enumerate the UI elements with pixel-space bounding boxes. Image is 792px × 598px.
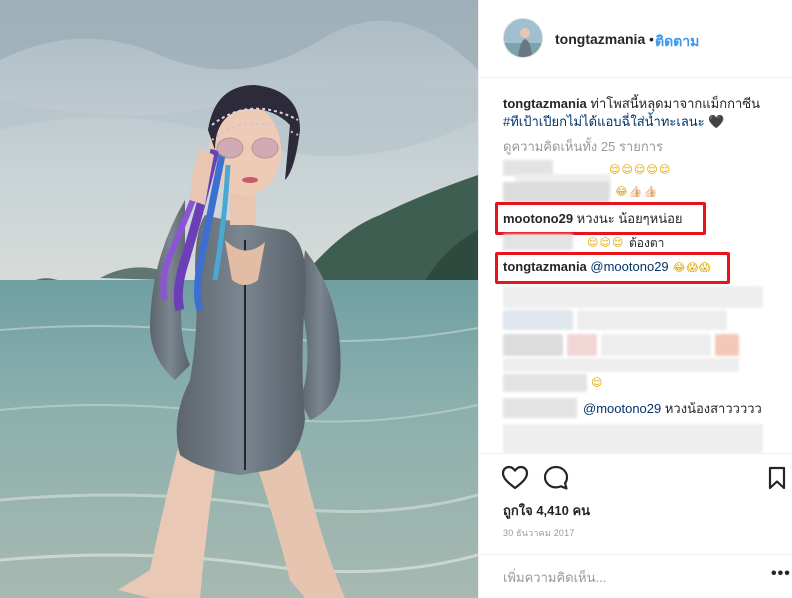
comment-emoji: 😌: [591, 377, 604, 389]
comment-input[interactable]: [503, 566, 733, 588]
blurred-username: [503, 398, 577, 418]
blurred-comment: [503, 424, 763, 453]
comment-emoji: 😌😌😌: [587, 237, 625, 249]
blurred-comment: [601, 334, 711, 356]
likes-count[interactable]: ถูกใจ 4,410 คน: [503, 500, 590, 521]
blurred-username: [503, 234, 573, 250]
blurred-comment: [715, 334, 739, 356]
comment-text: ต้องตา: [629, 236, 665, 250]
blurred-username: [503, 374, 587, 392]
view-all-comments-link[interactable]: ดูความคิดเห็นทั้ง 25 รายการ: [503, 136, 663, 157]
follow-button[interactable]: ติดตาม: [655, 31, 699, 53]
highlight-box-comment: [495, 202, 706, 235]
comment-bubble-icon[interactable]: [542, 464, 570, 492]
blurred-comment: [503, 286, 763, 308]
blurred-comment: [503, 310, 573, 330]
heart-outline-icon[interactable]: [501, 464, 529, 492]
blurred-comment: [567, 334, 597, 356]
more-options-button[interactable]: •••: [771, 565, 791, 583]
post-photo[interactable]: [0, 0, 478, 598]
caption-username[interactable]: tongtazmania: [503, 96, 587, 111]
comment-mention[interactable]: @mootono29: [583, 401, 661, 416]
avatar-image: [504, 19, 542, 57]
comment-emoji: 😂👍🏻👍🏻: [615, 186, 659, 198]
profile-avatar[interactable]: [503, 18, 543, 58]
highlight-box-reply: [495, 252, 730, 284]
comment-emoji: 😌😌😌😌😌: [609, 164, 672, 176]
post-actions: ถูกใจ 4,410 คน 30 ธันวาคม 2017 •••: [479, 453, 792, 598]
beach-photo-illustration: [0, 0, 478, 598]
post-date[interactable]: 30 ธันวาคม 2017: [503, 526, 575, 540]
comment-row: @mootono29 หวงน้องสาววววว: [583, 400, 762, 418]
blurred-comment: [503, 358, 739, 372]
post-header: tongtazmania • ติดตาม: [479, 0, 792, 78]
blurred-comment: [577, 310, 727, 330]
comments-list[interactable]: tongtazmania ท่าโพสนี้หลุดมาจากแม็กกาซีน…: [479, 78, 792, 453]
comment-text: หวงน้องสาววววว: [661, 401, 762, 416]
add-comment-bar: •••: [479, 554, 792, 598]
header-username[interactable]: tongtazmania: [555, 31, 645, 47]
caption-text: ท่าโพสนี้หลุดมาจากแม็กกาซีน: [586, 96, 760, 111]
blurred-username: [503, 182, 609, 202]
blurred-comment: [503, 334, 563, 356]
post-side-panel: tongtazmania • ติดตาม tongtazmania ท่าโพ…: [478, 0, 792, 598]
post-caption: tongtazmania ท่าโพสนี้หลุดมาจากแม็กกาซีน…: [503, 95, 771, 131]
bookmark-icon[interactable]: [763, 464, 791, 492]
caption-hashtag[interactable]: #ทีเป้าเปียกไม่ได้แอบฉี่ใส่น้ำทะเลนะ: [503, 114, 705, 129]
caption-emoji: 🖤: [704, 114, 725, 129]
header-separator: •: [649, 31, 654, 47]
